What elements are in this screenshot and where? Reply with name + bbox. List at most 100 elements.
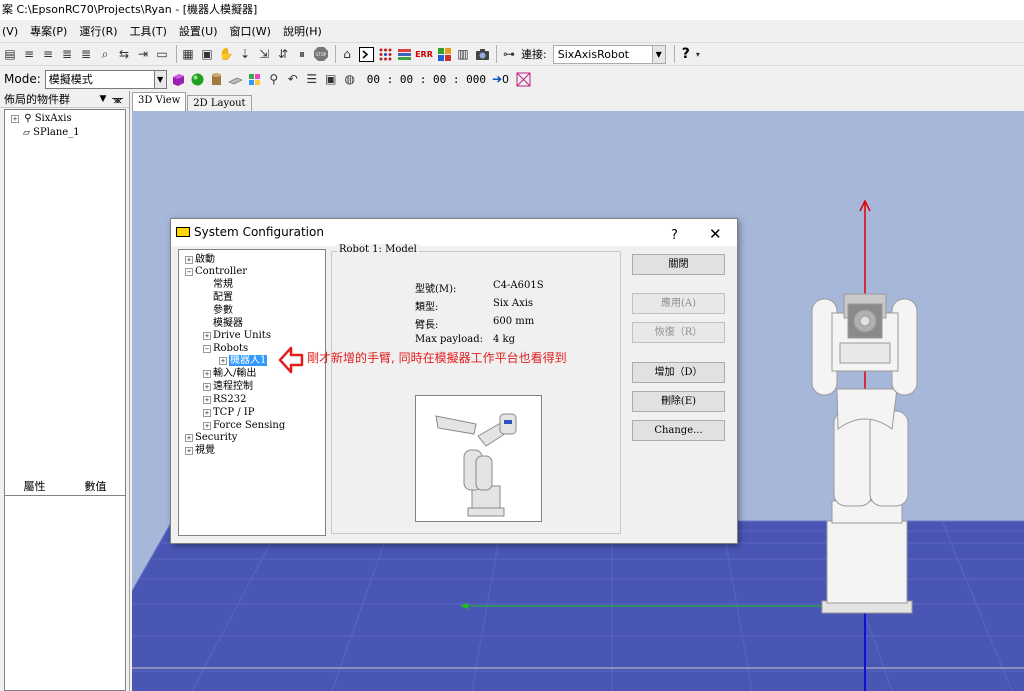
reset-camera-icon[interactable]: ◍ bbox=[342, 71, 358, 87]
jog-teach-icon[interactable]: ✋ bbox=[218, 46, 234, 62]
tree-node-vision[interactable]: + 視覺 bbox=[185, 445, 215, 457]
goto-icon[interactable]: ⇥ bbox=[135, 46, 151, 62]
error-history-icon[interactable]: ERR bbox=[415, 46, 433, 62]
menu-project[interactable]: 專案(P) bbox=[30, 23, 67, 39]
maintenance-icon[interactable] bbox=[436, 46, 452, 62]
expand-icon[interactable]: + bbox=[203, 395, 211, 404]
tree-node-rs232[interactable]: + RS232 bbox=[203, 394, 246, 406]
menu-tools[interactable]: 工具(T) bbox=[130, 23, 167, 39]
run-window-icon[interactable]: ▣ bbox=[199, 46, 215, 62]
stop-icon[interactable]: STOP bbox=[313, 46, 329, 62]
display-icon[interactable]: ▣ bbox=[323, 71, 339, 87]
delete-button[interactable]: 刪除(E) bbox=[632, 391, 725, 412]
help-button[interactable]: ? bbox=[671, 222, 678, 249]
pause-icon[interactable]: ⏸ bbox=[294, 46, 310, 62]
mode-label: Mode: bbox=[4, 72, 41, 86]
vision-icon[interactable] bbox=[474, 46, 490, 62]
expand-icon[interactable]: + bbox=[11, 114, 19, 123]
step-icon[interactable]: ⇣ bbox=[237, 46, 253, 62]
toolbar-overflow-icon[interactable]: ▾ bbox=[694, 46, 702, 62]
expand-icon[interactable]: + bbox=[185, 446, 193, 455]
tree-node-parameters[interactable]: 參數 bbox=[213, 305, 233, 317]
connection-icon[interactable]: ⊶ bbox=[500, 46, 518, 62]
expand-icon[interactable]: + bbox=[203, 369, 211, 378]
print-icon[interactable]: ▭ bbox=[154, 46, 170, 62]
add-plane-icon[interactable] bbox=[228, 71, 244, 87]
tree-node-configuration[interactable]: 配置 bbox=[213, 292, 233, 304]
expand-icon[interactable]: + bbox=[203, 382, 211, 391]
add-cad-icon[interactable] bbox=[247, 71, 263, 87]
tree-node-label: 機器人1 bbox=[229, 355, 268, 366]
step-over-icon[interactable]: ⇲ bbox=[256, 46, 272, 62]
tree-node-robot1[interactable]: + 機器人1 bbox=[219, 355, 268, 367]
connection-dropdown-icon[interactable]: ▼ bbox=[652, 44, 666, 64]
find-icon[interactable]: ⌕ bbox=[97, 46, 113, 62]
tree-node-security[interactable]: + Security bbox=[185, 432, 237, 444]
outdent-icon[interactable]: ≡ bbox=[40, 46, 56, 62]
menu-run[interactable]: 運行(R) bbox=[79, 23, 117, 39]
add-box-icon[interactable] bbox=[171, 71, 187, 87]
system-config-icon bbox=[176, 227, 190, 237]
tree-node-drive-units[interactable]: + Drive Units bbox=[203, 330, 271, 342]
close-dialog-button[interactable]: 關閉 bbox=[632, 254, 725, 275]
tree-node-remote[interactable]: + 遠程控制 bbox=[203, 381, 253, 393]
change-button[interactable]: Change... bbox=[632, 420, 725, 441]
add-sphere-icon[interactable] bbox=[190, 71, 206, 87]
tree-item-splane[interactable]: ▱ SPlane_1 bbox=[23, 127, 80, 138]
add-cylinder-icon[interactable] bbox=[209, 71, 225, 87]
expand-icon[interactable]: + bbox=[185, 433, 193, 442]
tab-2d-layout[interactable]: 2D Layout bbox=[187, 95, 252, 111]
tree-node-tcpip[interactable]: + TCP / IP bbox=[203, 407, 254, 419]
io-monitor-icon[interactable]: ⇵ bbox=[275, 46, 291, 62]
build-icon[interactable]: ▦ bbox=[180, 46, 196, 62]
object-list-icon[interactable]: ☰ bbox=[304, 71, 320, 87]
mode-select[interactable]: 模擬模式 bbox=[44, 69, 155, 89]
tree-node-startup[interactable]: + 啟動 bbox=[185, 254, 215, 266]
tree-node-io[interactable]: + 輸入/輸出 bbox=[203, 368, 256, 380]
collapse-icon[interactable]: − bbox=[203, 344, 211, 353]
add-button[interactable]: 增加（D） bbox=[632, 362, 725, 383]
type-label: 類型: bbox=[415, 302, 439, 313]
command-window-icon[interactable] bbox=[358, 46, 374, 62]
uncomment-icon[interactable]: ≣ bbox=[78, 46, 94, 62]
tree-node-force-sensing[interactable]: + Force Sensing bbox=[203, 420, 285, 432]
tree-node-label: 模擬器 bbox=[213, 318, 243, 329]
properties-grid[interactable] bbox=[4, 495, 126, 691]
tree-item-sixaxis[interactable]: + ⚲ SixAxis bbox=[11, 113, 72, 124]
menu-view[interactable]: (V) bbox=[2, 25, 18, 38]
expand-icon[interactable]: + bbox=[219, 356, 227, 365]
collision-icon[interactable] bbox=[515, 71, 531, 87]
mode-dropdown-icon[interactable]: ▼ bbox=[154, 69, 167, 89]
connection-select[interactable]: SixAxisRobot bbox=[552, 44, 653, 64]
panel-pin-icon[interactable]: ▼ ᚘ bbox=[100, 91, 123, 108]
toolbar-separator bbox=[176, 45, 177, 63]
properties-header: 屬性 數值 bbox=[4, 478, 126, 493]
expand-icon[interactable]: + bbox=[203, 408, 211, 417]
comment-icon[interactable]: ≣ bbox=[59, 46, 75, 62]
tree-node-simulator[interactable]: 模擬器 bbox=[213, 318, 243, 330]
tree-node-controller[interactable]: − Controller bbox=[185, 266, 247, 278]
robot-manager-icon[interactable]: ⌂ bbox=[339, 46, 355, 62]
add-robot-icon[interactable]: ⚲ bbox=[266, 71, 282, 87]
replace-icon[interactable]: ⇆ bbox=[116, 46, 132, 62]
menu-window[interactable]: 窗口(W) bbox=[230, 23, 271, 39]
apply-button[interactable]: 應用(A) bbox=[632, 293, 725, 314]
pallet-icon[interactable]: ▥ bbox=[455, 46, 471, 62]
close-icon[interactable]: ✕ bbox=[709, 221, 722, 248]
io-grid-icon[interactable] bbox=[377, 46, 393, 62]
restore-button[interactable]: 恢復（R） bbox=[632, 322, 725, 343]
help-icon[interactable]: ? bbox=[682, 46, 690, 62]
indent-icon[interactable]: ≡ bbox=[21, 46, 37, 62]
menu-setup[interactable]: 設置(U) bbox=[179, 23, 218, 39]
tree-node-general[interactable]: 常規 bbox=[213, 279, 233, 291]
tab-3d-view[interactable]: 3D View bbox=[132, 92, 187, 111]
open-project-icon[interactable]: ▤ bbox=[2, 46, 18, 62]
expand-icon[interactable]: + bbox=[185, 255, 193, 264]
expand-icon[interactable]: + bbox=[203, 331, 211, 340]
undo-icon[interactable]: ↶ bbox=[285, 71, 301, 87]
variables-icon[interactable] bbox=[396, 46, 412, 62]
menu-help[interactable]: 說明(H) bbox=[283, 23, 322, 39]
collapse-icon[interactable]: − bbox=[185, 267, 193, 276]
tree-node-robots[interactable]: − Robots bbox=[203, 343, 248, 355]
expand-icon[interactable]: + bbox=[203, 421, 211, 430]
